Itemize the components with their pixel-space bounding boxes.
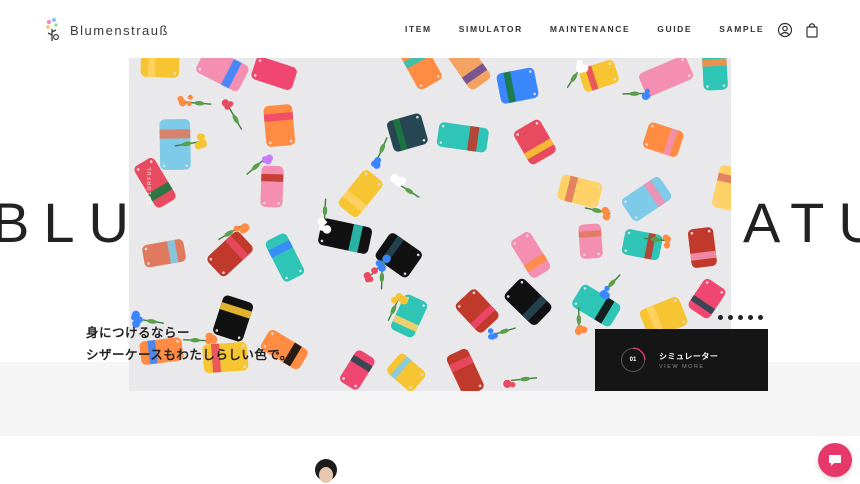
slider-dots — [718, 315, 763, 320]
scissor-case — [263, 104, 296, 147]
scissor-case — [251, 58, 297, 90]
scissor-case — [340, 350, 375, 390]
scissor-case — [557, 174, 603, 208]
flower-bouquet — [375, 254, 391, 290]
scissor-case — [579, 59, 619, 92]
nav-item-item[interactable]: ITEM — [405, 24, 432, 34]
card-title: シミュレーター — [659, 352, 719, 361]
flower-logo-icon — [44, 17, 64, 43]
scissor-case — [642, 122, 684, 157]
flower-bouquet — [317, 198, 332, 234]
flower-bouquet — [503, 376, 538, 389]
chat-button[interactable] — [818, 443, 852, 477]
scissor-case — [446, 348, 484, 391]
flower-bouquet — [622, 88, 651, 101]
scissor-case — [496, 67, 539, 104]
flower-bouquet — [599, 274, 621, 300]
cart-icon[interactable] — [804, 22, 820, 38]
flower-bouquet — [177, 94, 212, 107]
catch-line-2: シザーケースもわたしらしい色で。 — [86, 348, 293, 362]
scissor-case — [688, 278, 726, 319]
nav-item-guide[interactable]: GUIDE — [657, 24, 692, 34]
scissor-case — [514, 119, 556, 165]
big-word-right: ATU — [742, 191, 860, 254]
slider-dot[interactable] — [728, 315, 733, 320]
site-header: Blumenstrauß ITEM SIMULATOR MAINTENANCE … — [0, 0, 860, 58]
scissor-case — [196, 58, 249, 92]
scissor-case — [260, 165, 284, 208]
account-icon[interactable] — [777, 22, 793, 38]
hero-catch-copy: 身につけるならー シザーケースもわたしらしい色で。 — [86, 322, 293, 366]
catch-line-1: 身につけるならー — [86, 326, 191, 340]
scissor-case — [621, 229, 663, 261]
scissor-case — [265, 233, 305, 282]
simulator-card[interactable]: 01 シミュレーター VIEW MORE — [595, 329, 768, 391]
scissor-case — [712, 165, 731, 212]
person-image — [312, 457, 340, 484]
main-nav: ITEM SIMULATOR MAINTENANCE GUIDE SAMPLE — [405, 24, 791, 34]
scissor-case — [701, 58, 728, 91]
scissor-case — [687, 227, 717, 268]
scissor-case — [401, 58, 442, 90]
scissor-case — [207, 231, 253, 277]
scissor-case — [375, 233, 422, 278]
scissor-case — [338, 170, 383, 217]
scissor-case — [511, 231, 551, 278]
scissor-case — [387, 113, 428, 152]
slider-dot[interactable] — [718, 315, 723, 320]
vertical-label: COLORFUL — [147, 165, 153, 205]
big-word-left: BLU — [0, 191, 143, 254]
scissor-case — [504, 278, 552, 326]
logo[interactable]: Blumenstrauß — [44, 17, 169, 43]
flower-bouquet — [221, 99, 243, 130]
scissor-case — [387, 353, 426, 391]
flower-bouquet — [487, 327, 516, 340]
scissor-case — [448, 58, 491, 90]
scissor-case — [621, 176, 672, 222]
progress-ring-icon — [632, 347, 646, 361]
slider-dot[interactable] — [738, 315, 743, 320]
scissor-case — [578, 223, 603, 259]
nav-item-maintenance[interactable]: MAINTENANCE — [550, 24, 630, 34]
nav-item-sample[interactable]: SAMPLE — [719, 24, 764, 34]
logo-text: Blumenstrauß — [70, 22, 169, 38]
scissor-case — [140, 58, 180, 78]
slider-dot[interactable] — [758, 315, 763, 320]
flower-bouquet — [371, 137, 388, 169]
chat-bubble-icon — [829, 455, 841, 466]
flower-bouquet — [390, 174, 420, 199]
slider-dot[interactable] — [748, 315, 753, 320]
nav-item-simulator[interactable]: SIMULATOR — [459, 24, 523, 34]
scissor-case — [455, 289, 499, 333]
scissor-case — [142, 239, 186, 268]
flower-bouquet — [584, 206, 611, 221]
scissor-case — [436, 122, 489, 153]
card-view-more[interactable]: VIEW MORE — [659, 364, 705, 370]
